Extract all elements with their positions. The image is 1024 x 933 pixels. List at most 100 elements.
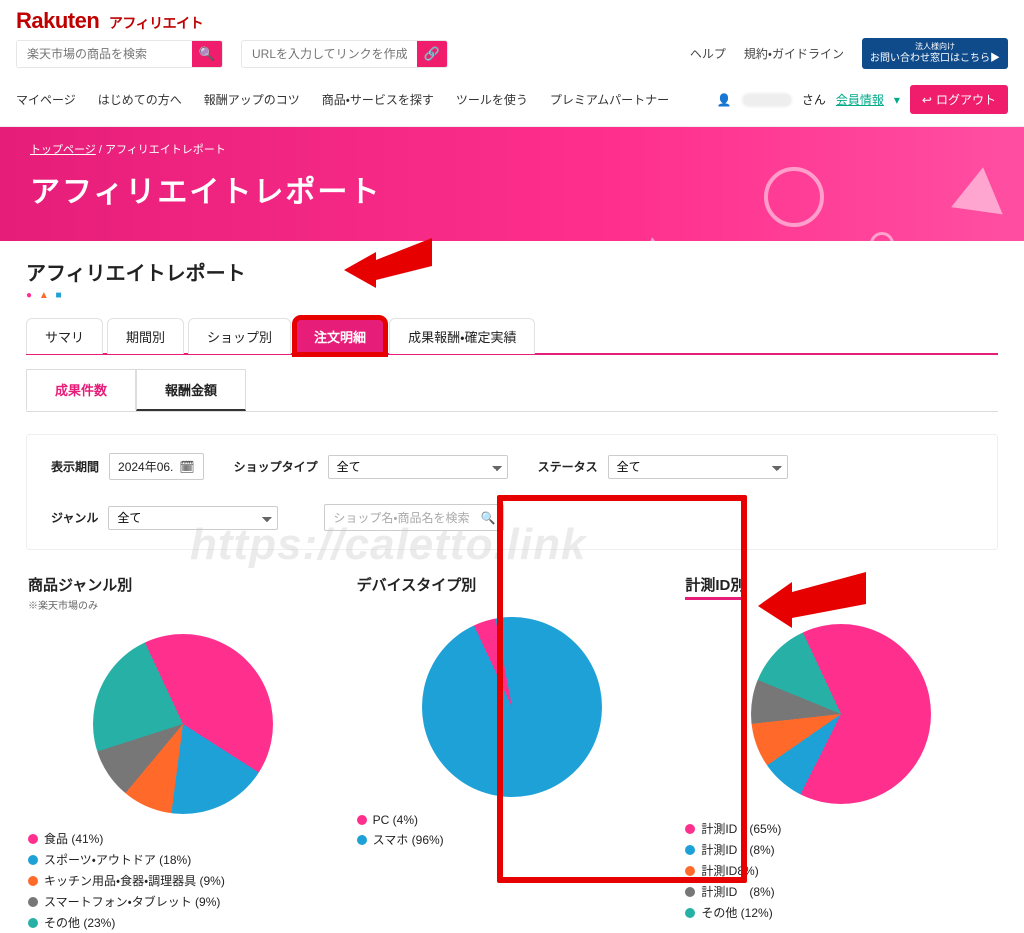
dot-orange: ▲ — [39, 290, 51, 301]
legend-measure: 計測ID (65%) 計測ID (8%) 計測ID8%) 計測ID (8%) その他 (… — [685, 818, 996, 923]
url-search-input[interactable] — [242, 41, 417, 67]
tab-orders[interactable]: 注文明細 — [295, 318, 385, 354]
logo-main: Rakuten — [16, 8, 99, 33]
legend-item: スポーツ・アウトドア (18%) — [28, 849, 339, 870]
chart-genre-title: 商品ジャンル別 — [28, 574, 339, 595]
subtab-count[interactable]: 成果件数 — [26, 369, 136, 411]
filter-period-label: 表示期間 — [51, 458, 99, 475]
terms-link[interactable]: 規約・ガイドライン — [744, 45, 844, 62]
search-icon: 🔍 — [199, 46, 215, 62]
subtab-amount[interactable]: 報酬金額 — [136, 369, 246, 411]
legend-item: その他 (12%) — [685, 902, 996, 923]
nav-beginners[interactable]: はじめての方へ — [98, 91, 182, 108]
filter-shoptype: ショップタイプ 全て — [234, 455, 508, 479]
product-search-input[interactable] — [17, 41, 192, 67]
logo-sub: アフィリエイト — [109, 15, 203, 31]
product-search-button[interactable]: 🔍 — [192, 40, 222, 68]
legend-swatch — [28, 876, 38, 886]
chart-device: デバイスタイプ別 PC (4%)スマホ (96%) — [357, 574, 668, 933]
product-search[interactable]: 🔍 — [16, 40, 223, 68]
tab-period[interactable]: 期間別 — [107, 318, 184, 354]
report-segment: アフィリエイトレポート ● ▲ ■ サマリ 期間別 ショップ別 注文明細 成果報… — [0, 231, 1024, 933]
nav-premium[interactable]: プレミアムパートナー — [550, 91, 669, 108]
legend-swatch — [357, 815, 367, 825]
brand-bar: Rakuten アフィリエイト — [0, 0, 1024, 38]
legend-swatch — [685, 887, 695, 897]
user-box: 👤 さん 会員情報 ▾ ↩ ログアウト — [717, 85, 1008, 114]
filter-period: 表示期間 2024年06. 🗓 — [51, 453, 204, 480]
breadcrumb-top[interactable]: トップページ — [30, 144, 96, 156]
legend-genre: 食品 (41%) スポーツ・アウトドア (18%) キッチン用品・食器・調理器具 (… — [28, 828, 339, 933]
legend-swatch — [28, 855, 38, 865]
nav-tools[interactable]: ツールを使う — [456, 91, 528, 108]
legend-item: その他 (23%) — [28, 912, 339, 933]
user-san: さん — [802, 91, 826, 108]
filter-status: ステータス 全て — [538, 455, 788, 479]
url-link-button[interactable]: 🔗 — [417, 40, 447, 68]
breadcrumb: トップページ / アフィリエイトレポート — [30, 141, 994, 157]
sub-tabs: 成果件数 報酬金額 — [26, 369, 998, 412]
contact-small: 法人様向け — [870, 42, 1000, 52]
nav-products[interactable]: 商品・サービスを探す — [322, 91, 434, 108]
legend-label: スマホ (96%) — [373, 831, 444, 848]
legend-label: 食品 (41%) — [44, 830, 103, 847]
legend-swatch — [28, 897, 38, 907]
pie-genre — [93, 634, 273, 814]
shoptype-select[interactable]: 全て — [328, 455, 508, 479]
period-picker[interactable]: 2024年06. 🗓 — [109, 453, 204, 480]
legend-item: スマホ (96%) — [357, 829, 668, 850]
filter-shoptype-label: ショップタイプ — [234, 458, 318, 475]
link-icon: 🔗 — [424, 46, 440, 62]
help-link[interactable]: ヘルプ — [690, 45, 726, 62]
genre-select[interactable]: 全て — [108, 506, 278, 530]
legend-item: スマートフォン・タブレット (9%) — [28, 891, 339, 912]
legend-label: スポーツ・アウトドア (18%) — [44, 851, 191, 868]
legend-label: 計測ID8%) — [701, 862, 758, 879]
search-bar: 🔍 🔗 ヘルプ 規約・ガイドライン 法人様向け お問い合わせ窓口はこちら▶ — [0, 38, 1024, 75]
section-title: アフィリエイトレポート — [26, 257, 998, 286]
charts-row: 商品ジャンル別 ※楽天市場のみ 食品 (41%) スポーツ・アウトドア (18%)… — [26, 574, 998, 933]
chart-genre-note: ※楽天市場のみ — [28, 597, 339, 612]
tab-results[interactable]: 成果報酬・確定実績 — [389, 318, 535, 354]
chart-genre: 商品ジャンル別 ※楽天市場のみ 食品 (41%) スポーツ・アウトドア (18%)… — [28, 574, 339, 933]
hero-deco-circle — [764, 167, 824, 227]
legend-item: PC (4%) — [357, 811, 668, 829]
user-name-blur — [742, 93, 792, 107]
url-search[interactable]: 🔗 — [241, 40, 448, 68]
legend-label: 計測ID (65%) — [701, 820, 781, 837]
legend-swatch — [685, 824, 695, 834]
legend-swatch — [28, 834, 38, 844]
color-legend-dots: ● ▲ ■ — [26, 290, 998, 301]
legend-device: PC (4%) スマホ (96%) — [357, 811, 668, 850]
caret-down-icon: ▾ — [894, 93, 900, 107]
filter-status-label: ステータス — [538, 458, 598, 475]
nav-tips[interactable]: 報酬アップのコツ — [204, 91, 300, 108]
legend-label: その他 (23%) — [44, 914, 115, 931]
legend-item: 計測ID8%) — [685, 860, 996, 881]
nav-mypage[interactable]: マイページ — [16, 91, 76, 108]
pie-measure — [751, 624, 931, 804]
contact-button[interactable]: 法人様向け お問い合わせ窓口はこちら▶ — [862, 38, 1008, 69]
legend-label: PC (4%) — [373, 813, 418, 827]
shop-search[interactable]: ショップ名・商品名を検索 🔍 — [324, 504, 504, 531]
member-info-link[interactable]: 会員情報 — [836, 91, 884, 108]
tab-summary[interactable]: サマリ — [26, 318, 103, 354]
logo[interactable]: Rakuten アフィリエイト — [16, 8, 203, 34]
chart-measure: 計測ID別 計測ID (65%)計測ID (8%)計測ID8%)計測ID (8%… — [685, 574, 996, 933]
breadcrumb-here: アフィリエイトレポート — [105, 144, 226, 156]
legend-label: 計測ID (8%) — [701, 841, 774, 858]
tab-shop[interactable]: ショップ別 — [188, 318, 291, 354]
legend-swatch — [685, 908, 695, 918]
status-select[interactable]: 全て — [608, 455, 788, 479]
top-right: ヘルプ 規約・ガイドライン 法人様向け お問い合わせ窓口はこちら▶ — [690, 38, 1008, 69]
legend-label: 計測ID (8%) — [701, 883, 774, 900]
logout-button[interactable]: ↩ ログアウト — [910, 85, 1008, 114]
legend-item: 計測ID (65%) — [685, 818, 996, 839]
report-tabs: サマリ 期間別 ショップ別 注文明細 成果報酬・確定実績 — [26, 317, 998, 355]
hero-deco-small-circle — [870, 232, 894, 241]
legend-item: キッチン用品・食器・調理器具 (9%) — [28, 870, 339, 891]
hero: トップページ / アフィリエイトレポート アフィリエイトレポート — [0, 127, 1024, 241]
hero-deco-triangle — [951, 164, 1009, 215]
legend-label: キッチン用品・食器・調理器具 (9%) — [44, 872, 225, 889]
filter-genre-label: ジャンル — [51, 509, 98, 526]
